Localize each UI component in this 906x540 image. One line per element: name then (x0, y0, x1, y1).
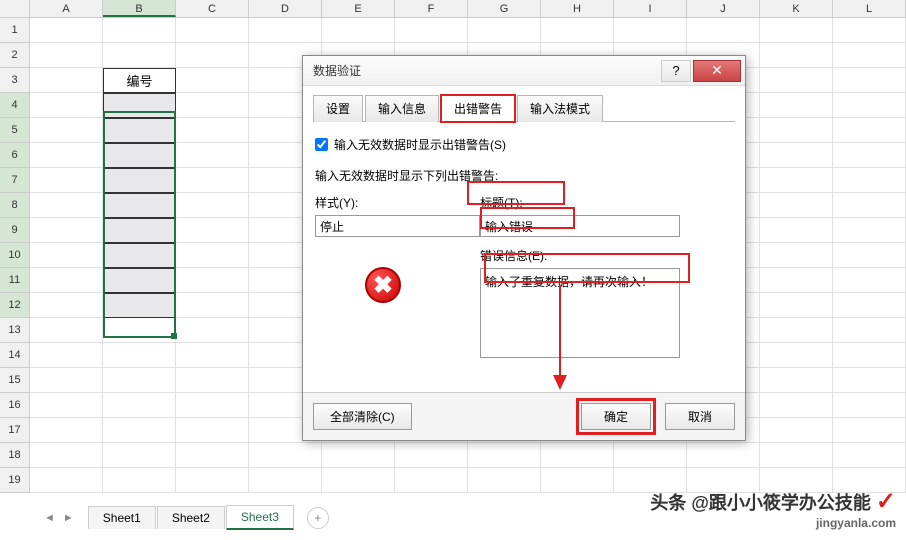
watermark-main: 头条 @跟小小筱学办公技能 (650, 493, 871, 513)
row-9[interactable]: 9 (0, 218, 30, 243)
title-label: 标题(T): (480, 194, 733, 211)
error-icon: ✖ (365, 267, 401, 303)
row-19[interactable]: 19 (0, 468, 30, 493)
style-label: 样式(Y): (315, 194, 460, 211)
col-i[interactable]: I (614, 0, 687, 17)
cell-b10[interactable] (103, 243, 176, 268)
help-button[interactable]: ? (661, 60, 691, 82)
tab-ime-mode[interactable]: 输入法模式 (517, 95, 603, 122)
show-error-checkbox[interactable] (315, 138, 328, 151)
sheet-tab-1[interactable]: Sheet1 (88, 506, 156, 529)
row-11[interactable]: 11 (0, 268, 30, 293)
col-g[interactable]: G (468, 0, 541, 17)
row-13[interactable]: 13 (0, 318, 30, 343)
row-5[interactable]: 5 (0, 118, 30, 143)
style-value[interactable] (315, 215, 480, 237)
tab-settings[interactable]: 设置 (313, 95, 363, 122)
row-4[interactable]: 4 (0, 93, 30, 118)
row-16[interactable]: 16 (0, 393, 30, 418)
close-button[interactable]: ✕ (693, 60, 741, 82)
clear-all-button[interactable]: 全部清除(C) (313, 403, 412, 430)
sheet-nav-prev-icon[interactable]: ◄ (40, 510, 59, 526)
message-label: 错误信息(E): (480, 247, 733, 264)
sheet-nav-next-icon[interactable]: ► (59, 510, 78, 526)
row-2[interactable]: 2 (0, 43, 30, 68)
add-sheet-button[interactable]: + (307, 507, 329, 529)
watermark: 头条 @跟小小筱学办公技能 ✓ jingyanla.com (650, 487, 896, 530)
dialog-tabs: 设置 输入信息 出错警告 输入法模式 (313, 94, 735, 122)
show-error-label: 输入无效数据时显示出错警告(S) (334, 136, 506, 153)
col-l[interactable]: L (833, 0, 906, 17)
cell-b4[interactable] (103, 93, 176, 118)
select-all-corner[interactable] (0, 0, 30, 17)
row-6[interactable]: 6 (0, 143, 30, 168)
row-12[interactable]: 12 (0, 293, 30, 318)
style-combo[interactable]: ▼ (315, 215, 460, 237)
col-h[interactable]: H (541, 0, 614, 17)
ok-button[interactable]: 确定 (581, 403, 651, 430)
row-15[interactable]: 15 (0, 368, 30, 393)
row-18[interactable]: 18 (0, 443, 30, 468)
cell-b9[interactable] (103, 218, 176, 243)
sheet-nav: ◄ ► (40, 510, 78, 526)
dialog-titlebar[interactable]: 数据验证 ? ✕ (303, 56, 745, 86)
row-17[interactable]: 17 (0, 418, 30, 443)
row-10[interactable]: 10 (0, 243, 30, 268)
row-14[interactable]: 14 (0, 343, 30, 368)
title-input[interactable] (480, 215, 680, 237)
checkmark-icon: ✓ (876, 488, 896, 515)
cell-b12[interactable] (103, 293, 176, 318)
cell-b3[interactable]: 编号 (103, 68, 176, 93)
section-label: 输入无效数据时显示下列出错警告: (315, 167, 733, 184)
row-8[interactable]: 8 (0, 193, 30, 218)
col-c[interactable]: C (176, 0, 249, 17)
row-3[interactable]: 3 (0, 68, 30, 93)
cell-b11[interactable] (103, 268, 176, 293)
cell-b6[interactable] (103, 143, 176, 168)
col-d[interactable]: D (249, 0, 322, 17)
dialog-title: 数据验证 (313, 62, 661, 79)
col-f[interactable]: F (395, 0, 468, 17)
col-k[interactable]: K (760, 0, 833, 17)
col-b[interactable]: B (103, 0, 176, 17)
row-7[interactable]: 7 (0, 168, 30, 193)
sheet-tab-3[interactable]: Sheet3 (226, 505, 294, 530)
cell-b5[interactable] (103, 118, 176, 143)
sheet-tab-bar: ◄ ► Sheet1 Sheet2 Sheet3 + (40, 505, 329, 530)
tab-error-alert[interactable]: 出错警告 (441, 95, 515, 122)
cell-b7[interactable] (103, 168, 176, 193)
cancel-button[interactable]: 取消 (665, 403, 735, 430)
col-a[interactable]: A (30, 0, 103, 17)
data-validation-dialog: 数据验证 ? ✕ 设置 输入信息 出错警告 输入法模式 输入无效数据时显示出错警… (302, 55, 746, 441)
col-j[interactable]: J (687, 0, 760, 17)
column-headers: A B C D E F G H I J K L (0, 0, 906, 18)
cell-b8[interactable] (103, 193, 176, 218)
message-textarea[interactable]: 输入了重复数据，请再次输入！ (480, 268, 680, 358)
sheet-tab-2[interactable]: Sheet2 (157, 506, 225, 529)
watermark-sub: jingyanla.com (650, 516, 896, 530)
col-e[interactable]: E (322, 0, 395, 17)
tab-input-message[interactable]: 输入信息 (365, 95, 439, 122)
row-1[interactable]: 1 (0, 18, 30, 43)
